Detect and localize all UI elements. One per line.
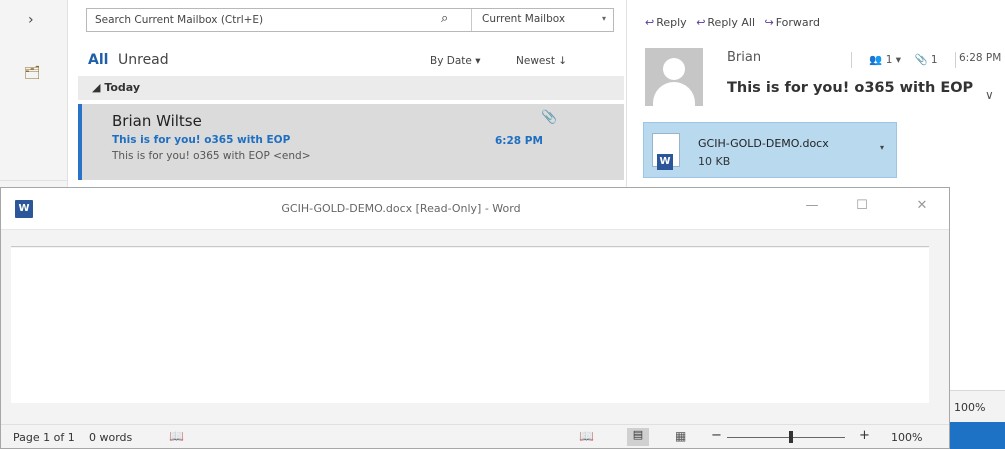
message-preview: This is for you! o365 with EOP <end> bbox=[112, 150, 311, 162]
paperclip-icon: 📎 bbox=[541, 110, 558, 125]
sort-order-label: Newest bbox=[516, 55, 555, 67]
reply-button[interactable]: ↩ Reply bbox=[645, 16, 687, 29]
forward-button[interactable]: ↪ Forward bbox=[765, 16, 820, 29]
desktop: › 🗂 ⌕ Current Mailbox ▾ All Unread By Da… bbox=[0, 0, 1005, 449]
reply-all-button[interactable]: ↩ Reply All bbox=[696, 16, 755, 29]
filter-unread[interactable]: Unread bbox=[118, 52, 169, 68]
divider bbox=[0, 180, 68, 181]
divider bbox=[954, 52, 956, 68]
search-box: ⌕ Current Mailbox ▾ bbox=[86, 8, 614, 32]
reply-label: Reply bbox=[656, 16, 687, 29]
word-window: W GCIH-GOLD-DEMO.docx [Read-Only] - Word… bbox=[0, 187, 950, 449]
minimize-button[interactable]: — bbox=[797, 198, 827, 220]
group-header-label: Today bbox=[104, 81, 141, 94]
word-logo-icon: W bbox=[657, 154, 673, 170]
forward-label: Forward bbox=[775, 16, 820, 29]
zoom-in-button[interactable]: + bbox=[859, 428, 870, 443]
chevron-right-icon[interactable]: › bbox=[28, 12, 34, 28]
word-window-title: GCIH-GOLD-DEMO.docx [Read-Only] - Word bbox=[281, 202, 521, 215]
search-input[interactable] bbox=[87, 9, 457, 31]
outlook-status-bar bbox=[950, 422, 1005, 449]
zoom-out-button[interactable]: − bbox=[711, 428, 722, 443]
chevron-down-icon: ▾ bbox=[601, 14, 606, 23]
paperclip-icon: 📎 bbox=[914, 54, 928, 66]
reply-icon: ↩ bbox=[645, 16, 655, 29]
avatar bbox=[645, 48, 703, 106]
forward-icon: ↪ bbox=[764, 16, 774, 29]
search-icon[interactable]: ⌕ bbox=[441, 11, 448, 26]
divider bbox=[851, 52, 852, 68]
avatar-head bbox=[663, 58, 685, 80]
message-list-item[interactable]: Brian Wiltse This is for you! o365 with … bbox=[78, 104, 624, 180]
reading-time: 6:28 PM bbox=[959, 52, 1002, 64]
print-layout-icon[interactable]: ▤ bbox=[627, 428, 649, 446]
attachment-card[interactable]: W GCIH-GOLD-DEMO.docx 10 KB ▾ bbox=[643, 122, 897, 178]
attachment-name: GCIH-GOLD-DEMO.docx bbox=[698, 137, 829, 150]
proofing-icon[interactable]: 📖 bbox=[169, 429, 184, 443]
word-status-bar: Page 1 of 1 0 words 📖 📖 ▤ ▦ − + 100% bbox=[1, 424, 949, 448]
message-subject: This is for you! o365 with EOP bbox=[112, 134, 291, 146]
web-layout-icon[interactable]: ▦ bbox=[675, 429, 686, 443]
people-count: 1 bbox=[885, 54, 893, 66]
zoom-level[interactable]: 100% bbox=[891, 431, 922, 444]
avatar-body bbox=[653, 82, 695, 106]
reading-sender[interactable]: Brian bbox=[727, 50, 761, 65]
reading-subject: This is for you! o365 with EOP bbox=[727, 80, 974, 96]
message-sender: Brian Wiltse bbox=[112, 112, 202, 130]
search-scope-dropdown[interactable]: Current Mailbox ▾ bbox=[471, 9, 614, 31]
reply-all-label: Reply All bbox=[707, 16, 756, 29]
outlook-zoom-label[interactable]: 100% bbox=[950, 390, 1005, 422]
folder-icon[interactable]: 🗂 bbox=[24, 66, 41, 81]
people-icon[interactable]: 👥 bbox=[869, 54, 882, 66]
collapse-triangle-icon: ◢ bbox=[92, 81, 101, 94]
search-scope-label: Current Mailbox bbox=[482, 13, 566, 25]
sort-by-date-button[interactable]: By Date ▾ bbox=[430, 55, 480, 67]
chevron-down-icon: ▾ bbox=[475, 55, 481, 67]
chevron-down-icon[interactable]: ▾ bbox=[896, 54, 901, 66]
word-count[interactable]: 0 words bbox=[89, 431, 132, 444]
page-count[interactable]: Page 1 of 1 bbox=[13, 431, 75, 444]
zoom-slider-track[interactable] bbox=[727, 437, 845, 438]
read-mode-icon[interactable]: 📖 bbox=[579, 429, 594, 443]
chevron-down-icon[interactable]: ▾ bbox=[880, 143, 884, 152]
zoom-slider-thumb[interactable] bbox=[789, 431, 793, 443]
filter-bar: All Unread By Date ▾ Newest ↓ bbox=[88, 52, 608, 72]
maximize-button[interactable]: ☐ bbox=[847, 198, 877, 220]
reading-actions: ↩ Reply ↩ Reply All ↪ Forward bbox=[645, 16, 826, 34]
attachment-size: 10 KB bbox=[698, 155, 731, 168]
reply-all-icon: ↩ bbox=[696, 16, 706, 29]
group-header-today[interactable]: ◢ Today bbox=[78, 76, 624, 100]
divider bbox=[11, 246, 929, 247]
filter-all[interactable]: All bbox=[88, 52, 108, 68]
message-time: 6:28 PM bbox=[495, 135, 543, 147]
reading-meta: 👥 1 ▾ 📎 1 bbox=[837, 52, 970, 68]
word-document-icon: W bbox=[652, 133, 680, 170]
attachment-count: 1 bbox=[930, 54, 938, 66]
sort-by-label: By Date bbox=[430, 55, 472, 67]
arrow-down-icon: ↓ bbox=[558, 55, 568, 67]
document-page[interactable] bbox=[11, 248, 929, 403]
sort-order-button[interactable]: Newest ↓ bbox=[516, 55, 567, 67]
word-title-bar[interactable]: W GCIH-GOLD-DEMO.docx [Read-Only] - Word… bbox=[1, 188, 949, 230]
expand-header-icon[interactable]: ∨ bbox=[985, 88, 994, 102]
close-button[interactable]: ✕ bbox=[907, 198, 937, 220]
